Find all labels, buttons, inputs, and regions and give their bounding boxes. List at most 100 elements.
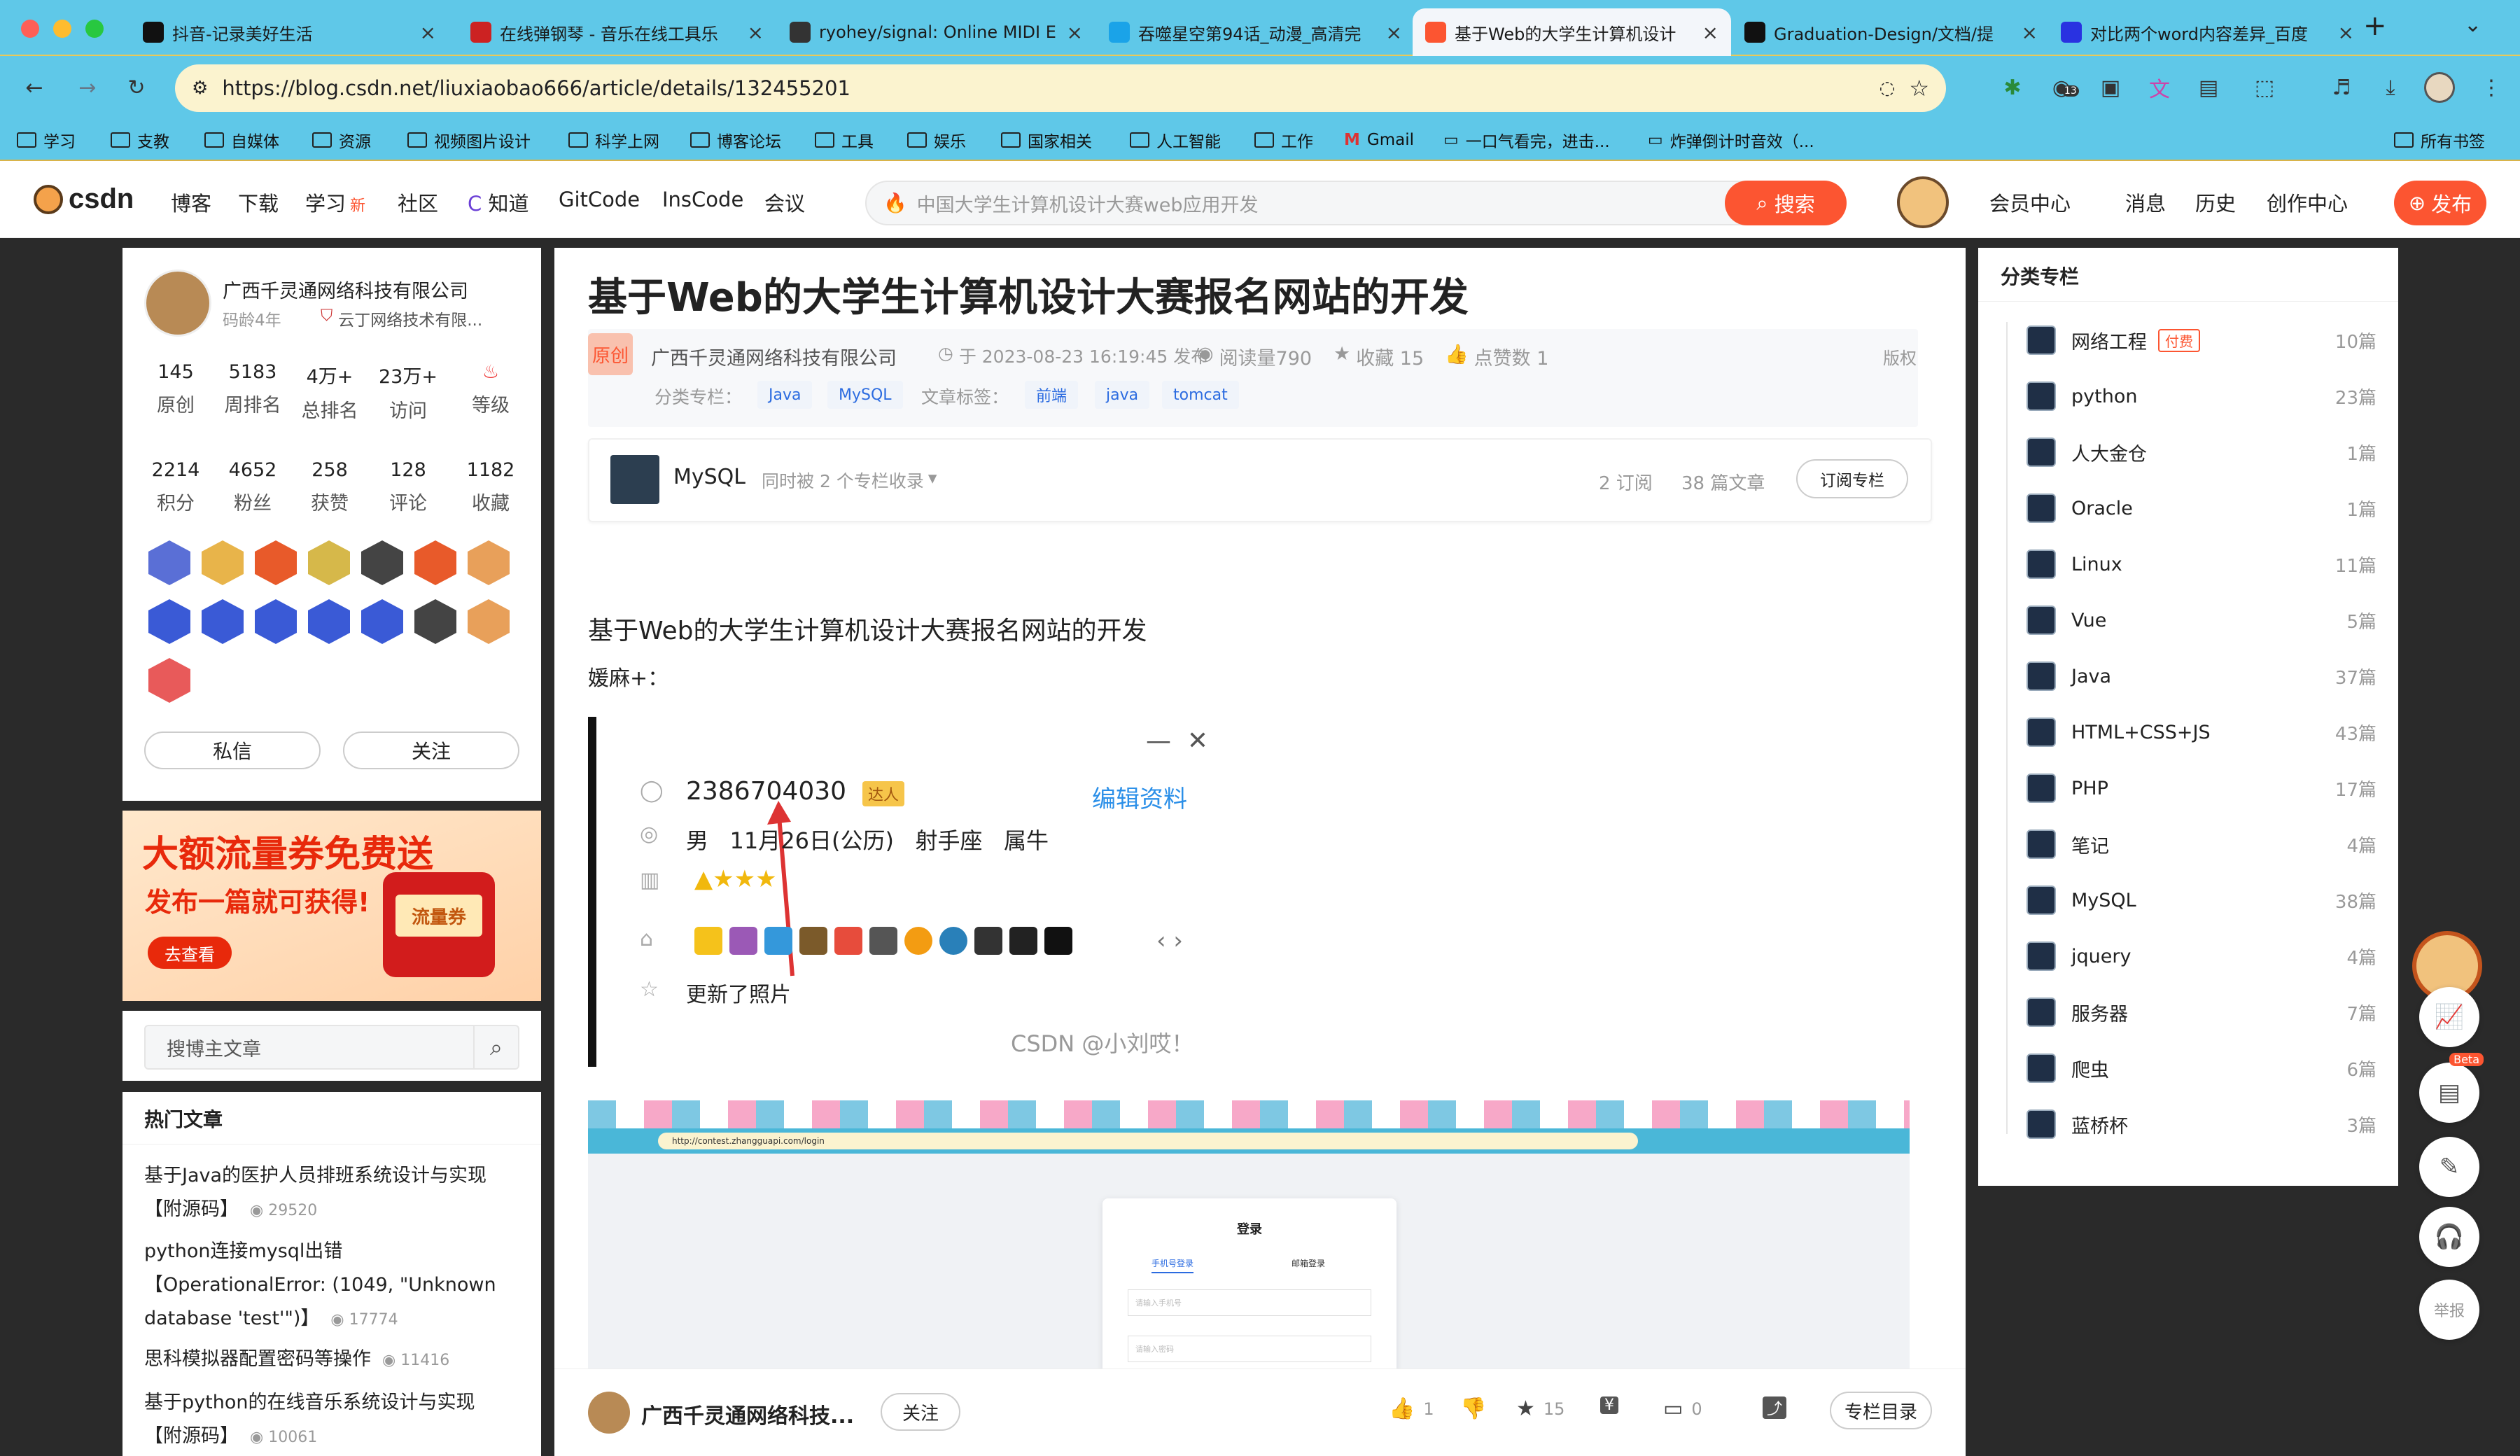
eye-off-icon[interactable]: ◌ — [1879, 78, 1896, 99]
bookmark-item[interactable]: 支教 — [111, 125, 169, 155]
close-tab-icon[interactable]: × — [1067, 21, 1083, 44]
translate-icon[interactable]: 文 — [2142, 70, 2177, 105]
new-tab-button[interactable]: + — [2363, 10, 2387, 42]
column-also[interactable]: 同时被 2 个专栏收录 ▾ — [762, 468, 937, 493]
bookmark-item[interactable]: 博客论坛 — [690, 125, 781, 155]
close-tab-icon[interactable]: × — [420, 21, 436, 44]
bookmark-item[interactable]: 学习 — [17, 125, 76, 155]
profile-stat[interactable]: 145 原创 — [137, 361, 214, 417]
media-icon[interactable]: ♬ — [2324, 70, 2359, 105]
extension-icon[interactable]: ▤ — [2191, 70, 2226, 105]
bookmark-item[interactable]: 资源 — [312, 125, 371, 155]
close-tab-icon[interactable]: × — [1386, 21, 1402, 44]
nav-item[interactable]: 会议 — [764, 188, 805, 217]
subscribe-column-button[interactable]: 订阅专栏 — [1796, 459, 1908, 498]
like-button[interactable]: 👍 1 — [1389, 1396, 1434, 1421]
customer-service-button[interactable]: 🎧 — [2419, 1207, 2479, 1267]
bookmark-item[interactable]: ▭ 一口气看完，进击... — [1443, 125, 1610, 155]
bookmark-star-icon[interactable]: ☆ — [1909, 75, 1929, 102]
author-avatar[interactable] — [144, 270, 211, 337]
category-tag[interactable]: Java — [757, 381, 813, 409]
tab-search-icon[interactable]: ⌄ — [2464, 13, 2482, 37]
hot-article-item[interactable]: 思科模拟器配置密码等操作 ◉ 11416 — [144, 1343, 508, 1378]
profile-stat[interactable]: ♨ 等级 — [452, 361, 529, 417]
window-controls[interactable] — [21, 20, 105, 41]
close-tab-icon[interactable]: × — [2022, 21, 2038, 44]
message-button[interactable]: 私信 — [144, 732, 321, 769]
category-item[interactable]: Java 37篇 — [2026, 655, 2376, 697]
profile-stat[interactable]: 258 获赞 — [291, 459, 368, 515]
category-item[interactable]: Vue 5篇 — [2026, 599, 2376, 641]
close-tab-icon[interactable]: × — [2338, 21, 2354, 44]
follow-button[interactable]: 关注 — [343, 732, 519, 769]
favorite-button[interactable]: ★ 15 — [1516, 1396, 1564, 1421]
reload-icon[interactable]: ↻ — [119, 70, 154, 105]
profile-stat[interactable]: 1182 收藏 — [452, 459, 529, 515]
profile-avatar[interactable] — [2422, 70, 2457, 105]
extensions-icon[interactable]: ⬚ — [2247, 70, 2282, 105]
article-likes[interactable]: 👍 点赞数 1 — [1445, 343, 1548, 370]
article-tag[interactable]: java — [1095, 381, 1150, 409]
bookmark-item[interactable]: 娱乐 — [907, 125, 966, 155]
header-link[interactable]: 历史 — [2195, 188, 2236, 217]
profile-stat[interactable]: 128 评论 — [370, 459, 447, 515]
column-cover[interactable] — [610, 455, 659, 504]
category-item[interactable]: MySQL 38篇 — [2026, 879, 2376, 921]
bottom-author-avatar[interactable] — [588, 1392, 630, 1434]
extension-icon[interactable]: ▣ — [2093, 70, 2128, 105]
nav-item[interactable]: InsCode — [662, 188, 743, 211]
browser-tab[interactable]: 基于Web的大学生计算机设计 × — [1413, 8, 1731, 56]
publish-button[interactable]: ⊕ 发布 — [2394, 181, 2486, 225]
nav-item[interactable]: 学习新 — [305, 188, 365, 217]
category-item[interactable]: jquery 4篇 — [2026, 935, 2376, 977]
bookmark-item[interactable]: 国家相关 — [1001, 125, 1092, 155]
header-link[interactable]: 会员中心 — [1989, 188, 2071, 217]
dislike-button[interactable]: 👎 — [1460, 1396, 1486, 1421]
bookmark-item[interactable]: 视频图片设计 — [407, 125, 531, 155]
search-button[interactable]: ⌕ 搜索 — [1725, 181, 1847, 225]
article-tag[interactable]: tomcat — [1162, 381, 1239, 409]
forward-icon[interactable]: → — [70, 70, 105, 105]
copyright-link[interactable]: 版权 — [1883, 344, 1917, 369]
write-button[interactable]: ✎ — [2419, 1137, 2479, 1197]
profile-stat[interactable]: 4652 粉丝 — [214, 459, 291, 515]
beta-tool-button[interactable]: ▤ Beta — [2419, 1053, 2484, 1123]
ad-cta[interactable]: 去查看 — [148, 937, 232, 969]
profile-stat[interactable]: 2214 积分 — [137, 459, 214, 515]
bookmark-item[interactable]: 自媒体 — [204, 125, 279, 155]
data-chart-button[interactable]: 📈 — [2419, 987, 2479, 1047]
menu-icon[interactable]: ⋮ — [2474, 70, 2509, 105]
user-avatar[interactable] — [1897, 176, 1949, 228]
bookmark-item[interactable]: 工具 — [815, 125, 874, 155]
article-author[interactable]: 广西千灵通网络科技有限公司 — [651, 343, 897, 370]
bookmark-item[interactable]: 工作 — [1254, 125, 1313, 155]
bottom-author-name[interactable]: 广西千灵通网络科技... — [641, 1399, 854, 1429]
profile-stat[interactable]: 4万+ 总排名 — [291, 361, 368, 423]
column-name[interactable]: MySQL — [673, 465, 746, 489]
browser-tab[interactable]: ryohey/signal: Online MIDI E × — [777, 8, 1096, 56]
article-fav[interactable]: ★ 收藏 15 — [1334, 343, 1424, 370]
category-item[interactable]: Oracle 1篇 — [2026, 487, 2376, 529]
hot-article-item[interactable]: 基于Java的医护人员排班系统设计与实现【附源码】 ◉ 29520 — [144, 1159, 508, 1228]
category-item[interactable]: 爬虫 6篇 — [2026, 1047, 2376, 1089]
close-tab-icon[interactable]: × — [1702, 21, 1718, 44]
category-item[interactable]: 网络工程 付费 10篇 — [2026, 319, 2376, 361]
hot-article-item[interactable]: python连接mysql出错【OperationalError: (1049,… — [144, 1235, 508, 1337]
site-search-input[interactable]: 🔥 中国大学生计算机设计大赛web应用开发 — [865, 181, 1845, 225]
comment-button[interactable]: ▭ 0 — [1663, 1396, 1702, 1421]
category-tag[interactable]: MySQL — [827, 381, 903, 409]
column-toc-button[interactable]: 专栏目录 — [1830, 1392, 1932, 1429]
article-tag[interactable]: 前端 — [1025, 381, 1079, 409]
header-link[interactable]: 创作中心 — [2267, 188, 2348, 217]
back-icon[interactable]: ← — [17, 70, 52, 105]
close-tab-icon[interactable]: × — [748, 21, 764, 44]
category-item[interactable]: 服务器 7篇 — [2026, 991, 2376, 1033]
profile-stat[interactable]: 23万+ 访问 — [370, 361, 447, 423]
search-icon[interactable]: ⌕ — [473, 1026, 518, 1068]
nav-item[interactable]: 社区 — [398, 188, 438, 217]
category-item[interactable]: PHP 17篇 — [2026, 767, 2376, 809]
header-link[interactable]: 消息 — [2125, 188, 2166, 217]
browser-tab[interactable]: 在线弹钢琴 - 音乐在线工具乐 × — [458, 8, 776, 56]
category-item[interactable]: 笔记 4篇 — [2026, 823, 2376, 865]
nav-item[interactable]: C 知道 — [468, 188, 528, 217]
